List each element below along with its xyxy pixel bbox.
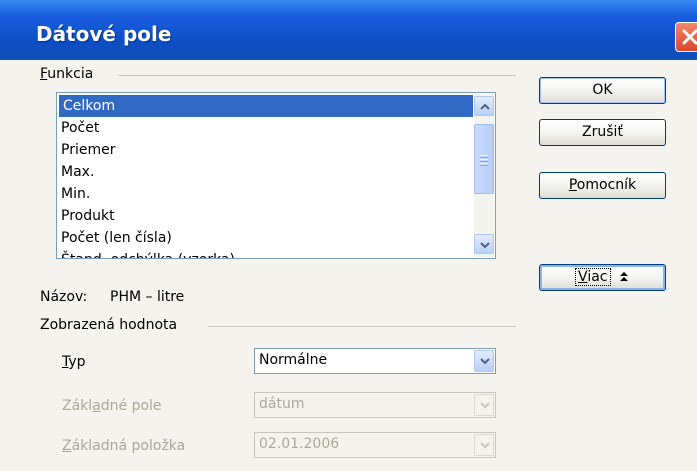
scroll-down-button[interactable] [474, 234, 494, 254]
more-button-label: Viac [575, 268, 611, 286]
help-button[interactable]: Pomocník [539, 172, 666, 199]
chevron-down-icon [480, 242, 490, 249]
type-select[interactable]: Normálne [254, 348, 496, 374]
list-item[interactable]: Min. [57, 183, 495, 205]
base-item-label: Základná položka [62, 438, 185, 454]
scroll-up-button[interactable] [474, 96, 494, 116]
cancel-button-label: Zrušiť [582, 124, 623, 140]
scroll-thumb[interactable] [474, 124, 494, 194]
displayed-value-group-label-text: Zobrazená hodnota [40, 317, 178, 333]
more-button[interactable]: Viac [539, 264, 666, 291]
name-row: Názov: PHM – litre [40, 289, 184, 305]
type-label: Typ [62, 354, 86, 370]
list-item[interactable]: Produkt [57, 205, 495, 227]
name-value: PHM – litre [110, 289, 185, 305]
displayed-value-divider [208, 326, 516, 327]
base-field-value: dátum [259, 396, 305, 412]
base-field-dropdown-button[interactable] [474, 394, 494, 416]
list-item[interactable]: Max. [57, 161, 495, 183]
type-select-value: Normálne [259, 352, 328, 368]
chevron-down-icon [480, 442, 490, 449]
ok-button[interactable]: OK [539, 77, 666, 104]
function-group-divider [118, 75, 516, 76]
chevron-up-icon [480, 103, 490, 110]
list-item[interactable]: Počet [57, 117, 495, 139]
ok-button-label: OK [592, 82, 613, 98]
chevron-down-icon [480, 402, 490, 409]
name-label: Názov: [40, 289, 88, 305]
chevron-down-icon [480, 358, 490, 365]
list-item[interactable]: Celkom [59, 95, 473, 117]
close-icon [682, 29, 697, 45]
type-dropdown-button[interactable] [474, 350, 494, 372]
listbox-scrollbar[interactable] [474, 94, 494, 257]
title-bar[interactable]: Dátové pole [0, 0, 697, 60]
function-group-label: Funkcia [40, 66, 94, 82]
window-title: Dátové pole [36, 22, 172, 46]
list-item[interactable]: Počet (len čísla) [57, 227, 495, 249]
help-button-label: Pomocník [568, 177, 637, 193]
function-group-label-text: Funkcia [40, 66, 94, 82]
base-field-label: Základné pole [62, 398, 162, 414]
type-label-text: Typ [62, 354, 86, 370]
cancel-button[interactable]: Zrušiť [539, 119, 666, 146]
base-item-label-text: Základná položka [62, 438, 186, 454]
list-item[interactable]: Priemer [57, 139, 495, 161]
list-item[interactable]: Štand. odchýlka (vzorka) [57, 249, 495, 258]
base-item-select[interactable]: 02.01.2006 [254, 432, 496, 458]
double-chevron-up-icon [619, 272, 628, 281]
base-item-dropdown-button[interactable] [474, 434, 494, 456]
base-field-select[interactable]: dátum [254, 392, 496, 418]
base-item-value: 02.01.2006 [259, 436, 340, 452]
close-button[interactable] [675, 22, 697, 52]
displayed-value-group-label: Zobrazená hodnota [40, 317, 178, 333]
function-listbox[interactable]: Celkom Počet Priemer Max. Min. Produkt P… [56, 92, 496, 259]
base-field-label-text: Základné pole [62, 398, 162, 414]
